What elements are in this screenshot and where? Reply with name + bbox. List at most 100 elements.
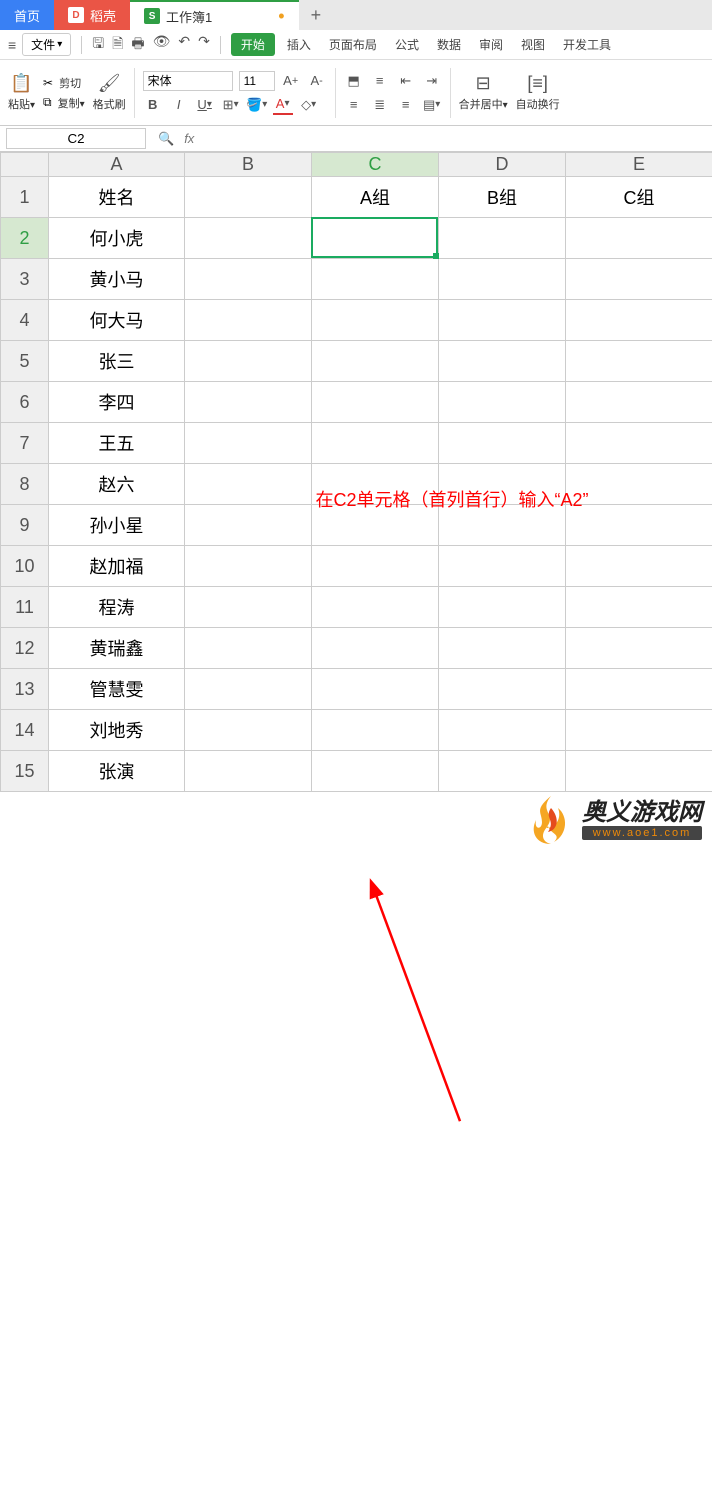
cell[interactable]	[439, 218, 566, 259]
menu-start[interactable]: 开始	[231, 33, 275, 56]
row-header-10[interactable]: 10	[1, 546, 49, 587]
menu-file[interactable]: 文件 ▾	[22, 33, 71, 56]
cell[interactable]	[439, 628, 566, 669]
cell[interactable]	[566, 300, 712, 341]
italic-icon[interactable]: I	[169, 95, 189, 115]
col-header-E[interactable]: E	[566, 153, 712, 177]
cell[interactable]	[185, 300, 312, 341]
col-header-D[interactable]: D	[439, 153, 566, 177]
cell[interactable]: 黄瑞鑫	[49, 628, 185, 669]
cell[interactable]	[312, 587, 439, 628]
cell[interactable]	[566, 423, 712, 464]
cell[interactable]: C组	[566, 177, 712, 218]
copy-button[interactable]: ⧉复制▾	[43, 95, 85, 111]
align-center-icon[interactable]: ≣	[370, 95, 390, 115]
indent-dec-icon[interactable]: ⇤	[396, 71, 416, 91]
clear-format-icon[interactable]: ◇▾	[299, 95, 319, 115]
format-painter-group[interactable]: 🖌 格式刷	[93, 64, 126, 121]
menu-dev-tools[interactable]: 开发工具	[557, 33, 617, 56]
save-as-icon[interactable]: 🗎	[112, 33, 123, 57]
paste-group[interactable]: 📋 粘贴▾	[8, 64, 35, 121]
redo-icon[interactable]: ↷	[198, 33, 210, 57]
cell[interactable]	[185, 628, 312, 669]
cell[interactable]	[185, 218, 312, 259]
cell[interactable]	[185, 710, 312, 751]
save-icon[interactable]: 🖫	[92, 33, 104, 57]
cell[interactable]	[185, 423, 312, 464]
cell[interactable]	[439, 300, 566, 341]
col-header-B[interactable]: B	[185, 153, 312, 177]
cell[interactable]	[566, 751, 712, 792]
cell[interactable]: 孙小星	[49, 505, 185, 546]
font-color-icon[interactable]: A▾	[273, 95, 293, 115]
fill-color-icon[interactable]: 🪣▾	[247, 95, 267, 115]
cell[interactable]: 张三	[49, 341, 185, 382]
cell[interactable]	[439, 341, 566, 382]
menu-review[interactable]: 审阅	[473, 33, 509, 56]
cell[interactable]	[566, 259, 712, 300]
cell[interactable]	[312, 382, 439, 423]
col-header-C[interactable]: C	[312, 153, 439, 177]
cell[interactable]: B组	[439, 177, 566, 218]
cell[interactable]: 李四	[49, 382, 185, 423]
row-header-5[interactable]: 5	[1, 341, 49, 382]
cell[interactable]: 赵加福	[49, 546, 185, 587]
spreadsheet-grid[interactable]: A B C D E 1姓名A组B组C组2何小虎3黄小马4何大马5张三6李四7王五…	[0, 152, 712, 792]
cell[interactable]	[566, 587, 712, 628]
align-right-icon[interactable]: ≡	[396, 95, 416, 115]
menu-view[interactable]: 视图	[515, 33, 551, 56]
row-header-2[interactable]: 2	[1, 218, 49, 259]
row-header-14[interactable]: 14	[1, 710, 49, 751]
cell[interactable]	[439, 751, 566, 792]
cell[interactable]	[566, 546, 712, 587]
row-header-6[interactable]: 6	[1, 382, 49, 423]
row-header-15[interactable]: 15	[1, 751, 49, 792]
cell[interactable]	[312, 546, 439, 587]
cell[interactable]	[312, 423, 439, 464]
menu-page-layout[interactable]: 页面布局	[323, 33, 383, 56]
menu-formula[interactable]: 公式	[389, 33, 425, 56]
cell[interactable]	[185, 464, 312, 505]
indent-inc-icon[interactable]: ⇥	[422, 71, 442, 91]
align-justify-icon[interactable]: ▤▾	[422, 95, 442, 115]
zoom-icon[interactable]: 🔍	[158, 131, 174, 147]
cell[interactable]: 王五	[49, 423, 185, 464]
row-header-9[interactable]: 9	[1, 505, 49, 546]
col-header-A[interactable]: A	[49, 153, 185, 177]
cell[interactable]	[566, 628, 712, 669]
cell[interactable]	[439, 259, 566, 300]
cell[interactable]: 赵六	[49, 464, 185, 505]
cell[interactable]	[439, 382, 566, 423]
cell[interactable]	[566, 382, 712, 423]
cell[interactable]	[185, 505, 312, 546]
cell[interactable]	[312, 300, 439, 341]
row-header-7[interactable]: 7	[1, 423, 49, 464]
cell[interactable]	[439, 587, 566, 628]
cell[interactable]	[566, 669, 712, 710]
undo-icon[interactable]: ↶	[178, 33, 190, 57]
print-icon[interactable]: 🖶	[131, 33, 144, 57]
font-size-select[interactable]	[239, 71, 275, 91]
row-header-12[interactable]: 12	[1, 628, 49, 669]
cell[interactable]: 管慧雯	[49, 669, 185, 710]
cell[interactable]	[185, 546, 312, 587]
cell[interactable]	[185, 669, 312, 710]
tab-home[interactable]: 首页	[0, 0, 54, 30]
tab-workbook[interactable]: S 工作簿1 •	[130, 0, 299, 30]
row-header-13[interactable]: 13	[1, 669, 49, 710]
align-mid-icon[interactable]: ≡	[370, 71, 390, 91]
cut-button[interactable]: ✂剪切	[43, 75, 85, 91]
font-name-select[interactable]	[143, 71, 233, 91]
merge-center-group[interactable]: ⊟ 合并居中▾	[459, 64, 508, 121]
align-left-icon[interactable]: ≡	[344, 95, 364, 115]
cell[interactable]	[312, 710, 439, 751]
cell[interactable]	[185, 382, 312, 423]
cell[interactable]: 黄小马	[49, 259, 185, 300]
cell[interactable]	[439, 423, 566, 464]
cell[interactable]: 何大马	[49, 300, 185, 341]
cell[interactable]	[185, 587, 312, 628]
menu-data[interactable]: 数据	[431, 33, 467, 56]
row-header-4[interactable]: 4	[1, 300, 49, 341]
cell[interactable]	[185, 259, 312, 300]
cell[interactable]	[312, 628, 439, 669]
